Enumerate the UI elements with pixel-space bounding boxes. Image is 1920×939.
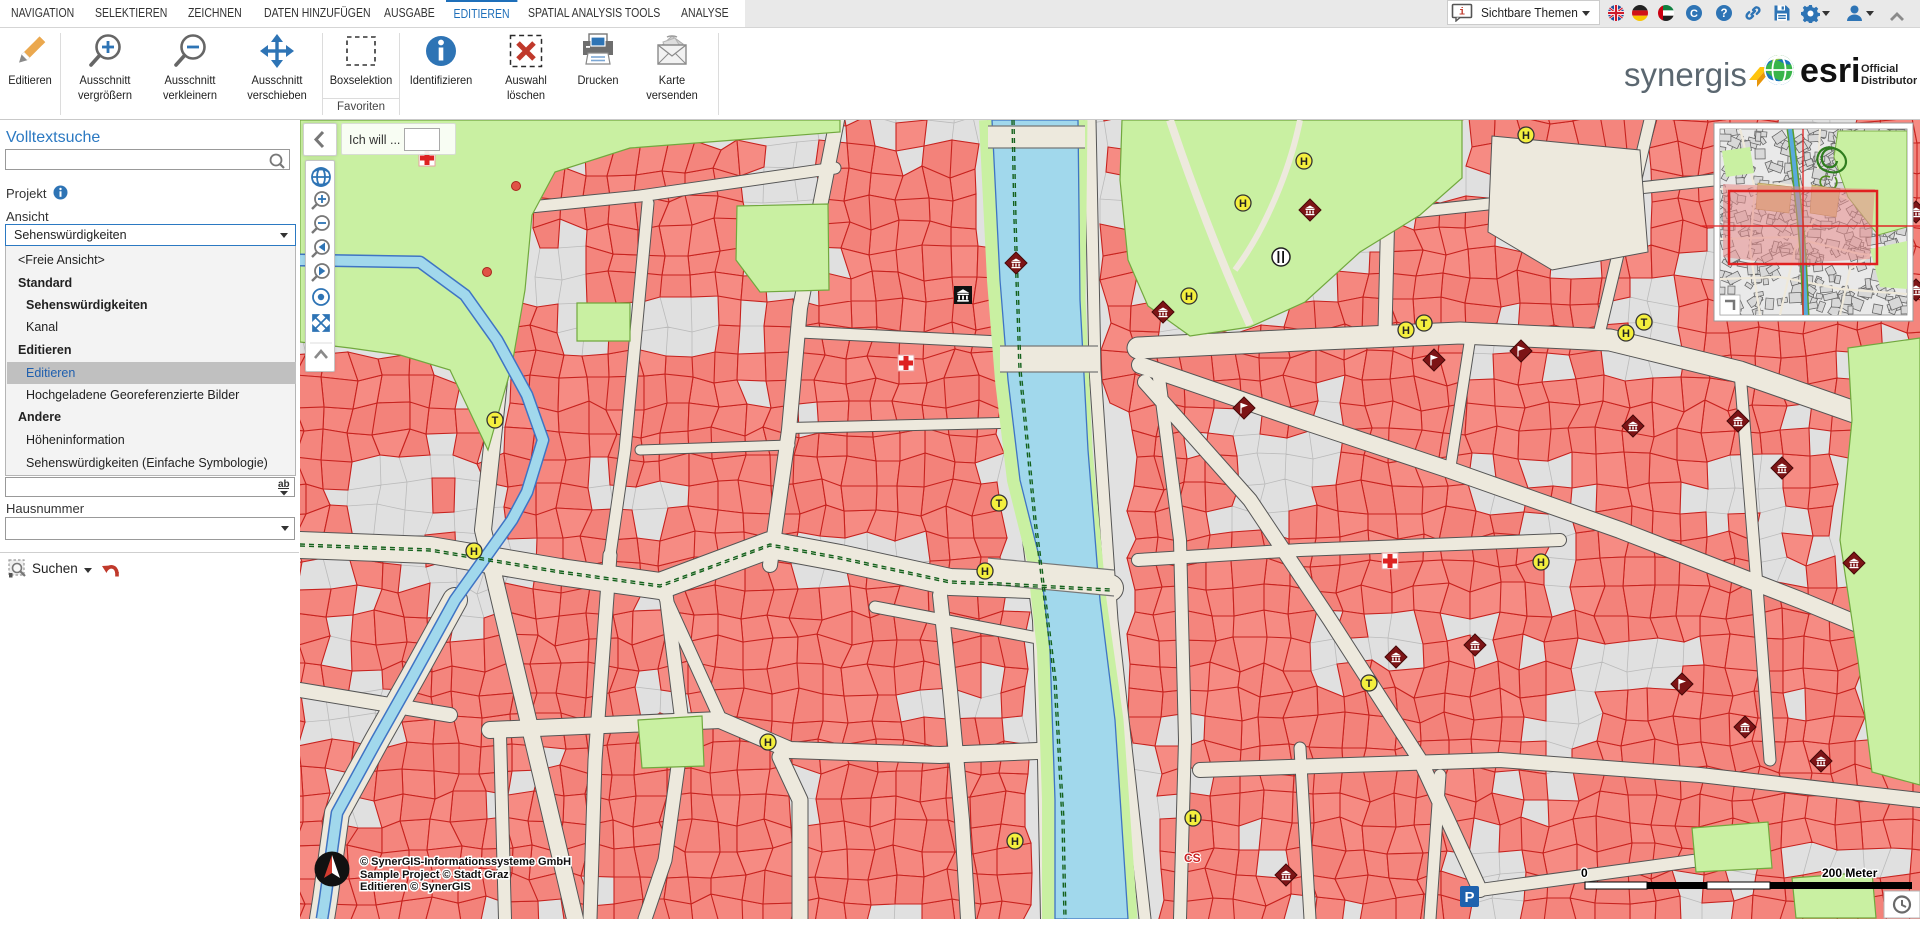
svg-text:0: 0 [1581,866,1588,880]
svg-text:esri: esri [1800,52,1861,90]
svg-text:H: H [1300,156,1308,168]
svg-text:i: i [1459,7,1465,19]
svg-text:Sample Project © Stadt Graz: Sample Project © Stadt Graz [360,869,509,881]
svg-text:H: H [1537,557,1545,569]
svg-text:H: H [1185,291,1193,303]
svg-text:H: H [1239,198,1247,210]
svg-text:H: H [470,546,478,558]
svg-text:H: H [1522,130,1530,142]
svg-text:T: T [996,498,1003,510]
svg-text:Official: Official [1861,63,1898,75]
svg-text:Editieren © SynerGIS: Editieren © SynerGIS [360,881,471,893]
svg-text:H: H [1622,328,1630,340]
svg-text:T: T [1641,317,1648,329]
svg-text:H: H [981,566,989,578]
svg-text:H: H [1011,836,1019,848]
svg-text:Distributor: Distributor [1861,75,1917,87]
svg-text:H: H [764,737,772,749]
svg-text:C: C [1690,8,1698,20]
svg-text:200 Meter: 200 Meter [1822,866,1878,880]
svg-text:© SynerGIS-Informationssysteme: © SynerGIS-Informationssysteme GmbH [360,856,571,868]
svg-text:P: P [1464,889,1474,906]
svg-text:T: T [492,415,499,427]
svg-text:CS: CS [1184,851,1201,865]
svg-text:H: H [1189,813,1197,825]
svg-text:T: T [1421,318,1428,330]
svg-text:H: H [1402,325,1410,337]
svg-text:synergis: synergis [1624,56,1747,93]
svg-text:T: T [1366,678,1373,690]
svg-text:?: ? [1720,8,1727,20]
